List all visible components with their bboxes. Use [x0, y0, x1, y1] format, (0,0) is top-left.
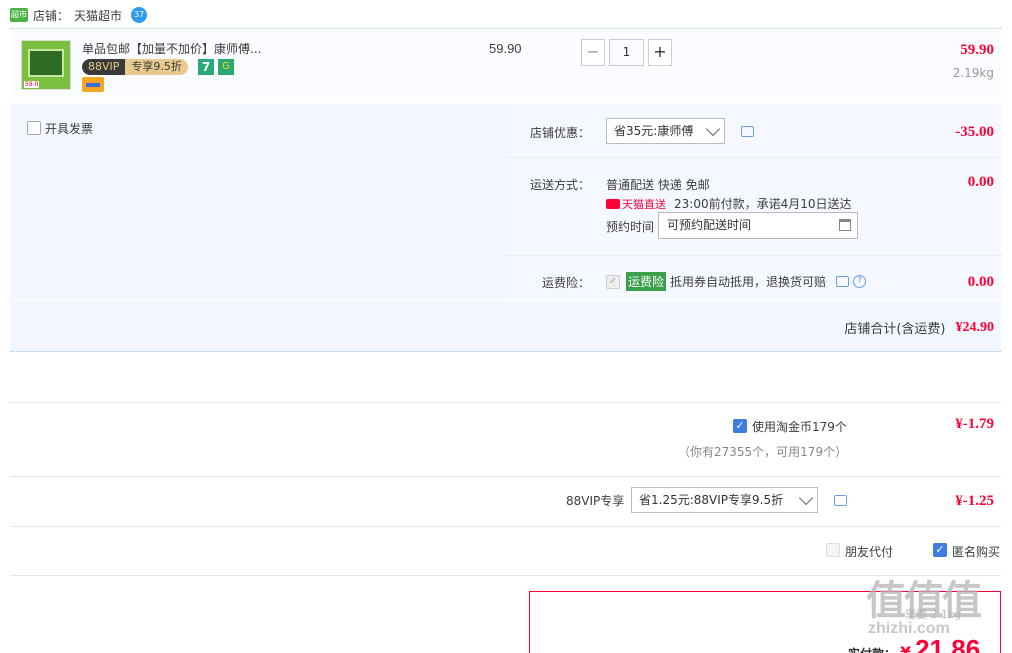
quantity-stepper: − 1 +: [581, 39, 672, 66]
calendar-icon[interactable]: [839, 219, 851, 231]
shop-discount-select[interactable]: 省35元:康师傅: [606, 118, 725, 144]
invoice-label: 开具发票: [45, 122, 94, 136]
delivery-promise: 23:00前付款，承诺4月10日送达: [674, 197, 852, 211]
shipping-promise-line: 天猫直送 23:00前付款，承诺4月10日送达: [606, 195, 852, 212]
quantity-increase-button[interactable]: +: [648, 39, 672, 66]
shop-label: 店铺：: [33, 8, 70, 23]
shop-header: 超市 店铺： 天猫超市 37: [10, 6, 148, 24]
insurance-amount: 0.00: [967, 274, 994, 290]
quantity-decrease-button[interactable]: −: [581, 39, 605, 66]
coins-sub: （你有27355个，可用179个）: [678, 445, 848, 459]
chevron-down-icon: [705, 121, 721, 137]
tmall-direct-label: 天猫直送: [622, 197, 666, 211]
chat-icon[interactable]: [836, 276, 850, 287]
header-divider: [10, 28, 1001, 29]
pay-total: 实付款： ¥ 21.86: [848, 634, 981, 653]
shop-discount-amount: -35.00: [955, 124, 994, 140]
credit-card-icon: [82, 77, 104, 92]
tmall-direct-badge: 天猫直送: [606, 196, 666, 212]
vip-badge-left: 88VIP: [82, 59, 126, 75]
shipping-label: 运送方式：: [529, 178, 590, 192]
chat-icon[interactable]: [741, 126, 754, 137]
vip88-label: 88VIP专享: [566, 494, 625, 508]
help-icon[interactable]: ?: [853, 275, 867, 288]
anonymous-checkbox[interactable]: ✓: [933, 543, 947, 557]
seven-day-return-icon: 7: [198, 59, 214, 75]
vip88-amount: ¥-1.25: [955, 493, 994, 509]
pay-currency: ¥: [900, 643, 912, 653]
wangwang-chat-icon[interactable]: 37: [131, 7, 148, 23]
watermark-url: zhizhi.com: [868, 620, 950, 637]
insurance-tag: 运费险: [626, 272, 667, 291]
thumb-price: 59.0: [24, 81, 40, 88]
shipping-method: 普通配送 快递 免邮: [606, 178, 710, 192]
coins-label: 使用淘金币179个: [752, 420, 847, 434]
appointment-label: 预约时间: [606, 220, 655, 234]
shop-subtotal: 店铺合计(含运费) ¥24.90: [844, 318, 995, 338]
appointment-placeholder: 可预约配送时间: [667, 218, 752, 232]
item-subtotal: 59.90: [960, 42, 994, 58]
divider: [10, 402, 1001, 403]
watermark-logo: 值值值: [866, 579, 982, 623]
product-thumbnail[interactable]: 59.0: [21, 40, 71, 90]
quantity-input[interactable]: 1: [609, 39, 644, 66]
vip88-value: 省1.25元:88VIP专享9.5折: [639, 493, 784, 507]
guarantee-icon: G: [218, 59, 234, 75]
vip-discount-badge: 88VIP 专享9.5折: [82, 59, 188, 75]
coins-amount: ¥-1.79: [955, 416, 994, 432]
chat-icon[interactable]: [834, 495, 847, 506]
insurance-checkbox[interactable]: ✓: [606, 275, 620, 289]
insurance-info: 运费险 抵用券自动抵用，退换货可赔 ?: [626, 272, 867, 291]
shipping-amount: 0.00: [967, 174, 994, 190]
unit-price: 59.90: [489, 41, 522, 56]
product-image: [28, 49, 64, 77]
pay-amount: 21.86: [915, 634, 981, 653]
shop-discount-value: 省35元:康师傅: [614, 124, 694, 138]
insurance-label: 运费险：: [541, 276, 590, 290]
chevron-down-icon: [798, 490, 814, 506]
friend-pay-label: 朋友代付: [845, 545, 894, 559]
pay-label: 实付款：: [848, 645, 896, 653]
vip88-select[interactable]: 省1.25元:88VIP专享9.5折: [631, 487, 818, 513]
shop-subtotal-label: 店铺合计(含运费): [844, 322, 946, 337]
divider: [10, 476, 1001, 477]
insurance-desc: 抵用券自动抵用，退换货可赔: [670, 275, 827, 289]
friend-pay-checkbox[interactable]: [826, 543, 840, 557]
coins-checkbox[interactable]: ✓: [733, 419, 747, 433]
divider: [10, 575, 1001, 576]
tmall-icon: [606, 198, 620, 209]
invoice-checkbox[interactable]: [27, 121, 41, 135]
shop-name[interactable]: 天猫超市: [74, 7, 122, 24]
shop-discount-label: 店铺优惠：: [529, 126, 590, 140]
tmall-supermarket-logo: 超市: [10, 8, 28, 22]
item-weight: 2.19kg: [952, 66, 994, 80]
anonymous-label: 匿名购买: [952, 545, 1001, 559]
product-title[interactable]: 单品包邮【加量不加价】康师傅...: [82, 40, 261, 57]
appointment-time-input[interactable]: 可预约配送时间: [658, 212, 858, 239]
shop-subtotal-amount: ¥24.90: [955, 319, 995, 335]
vip-badge-right: 专享9.5折: [125, 59, 188, 75]
divider: [10, 526, 1001, 527]
